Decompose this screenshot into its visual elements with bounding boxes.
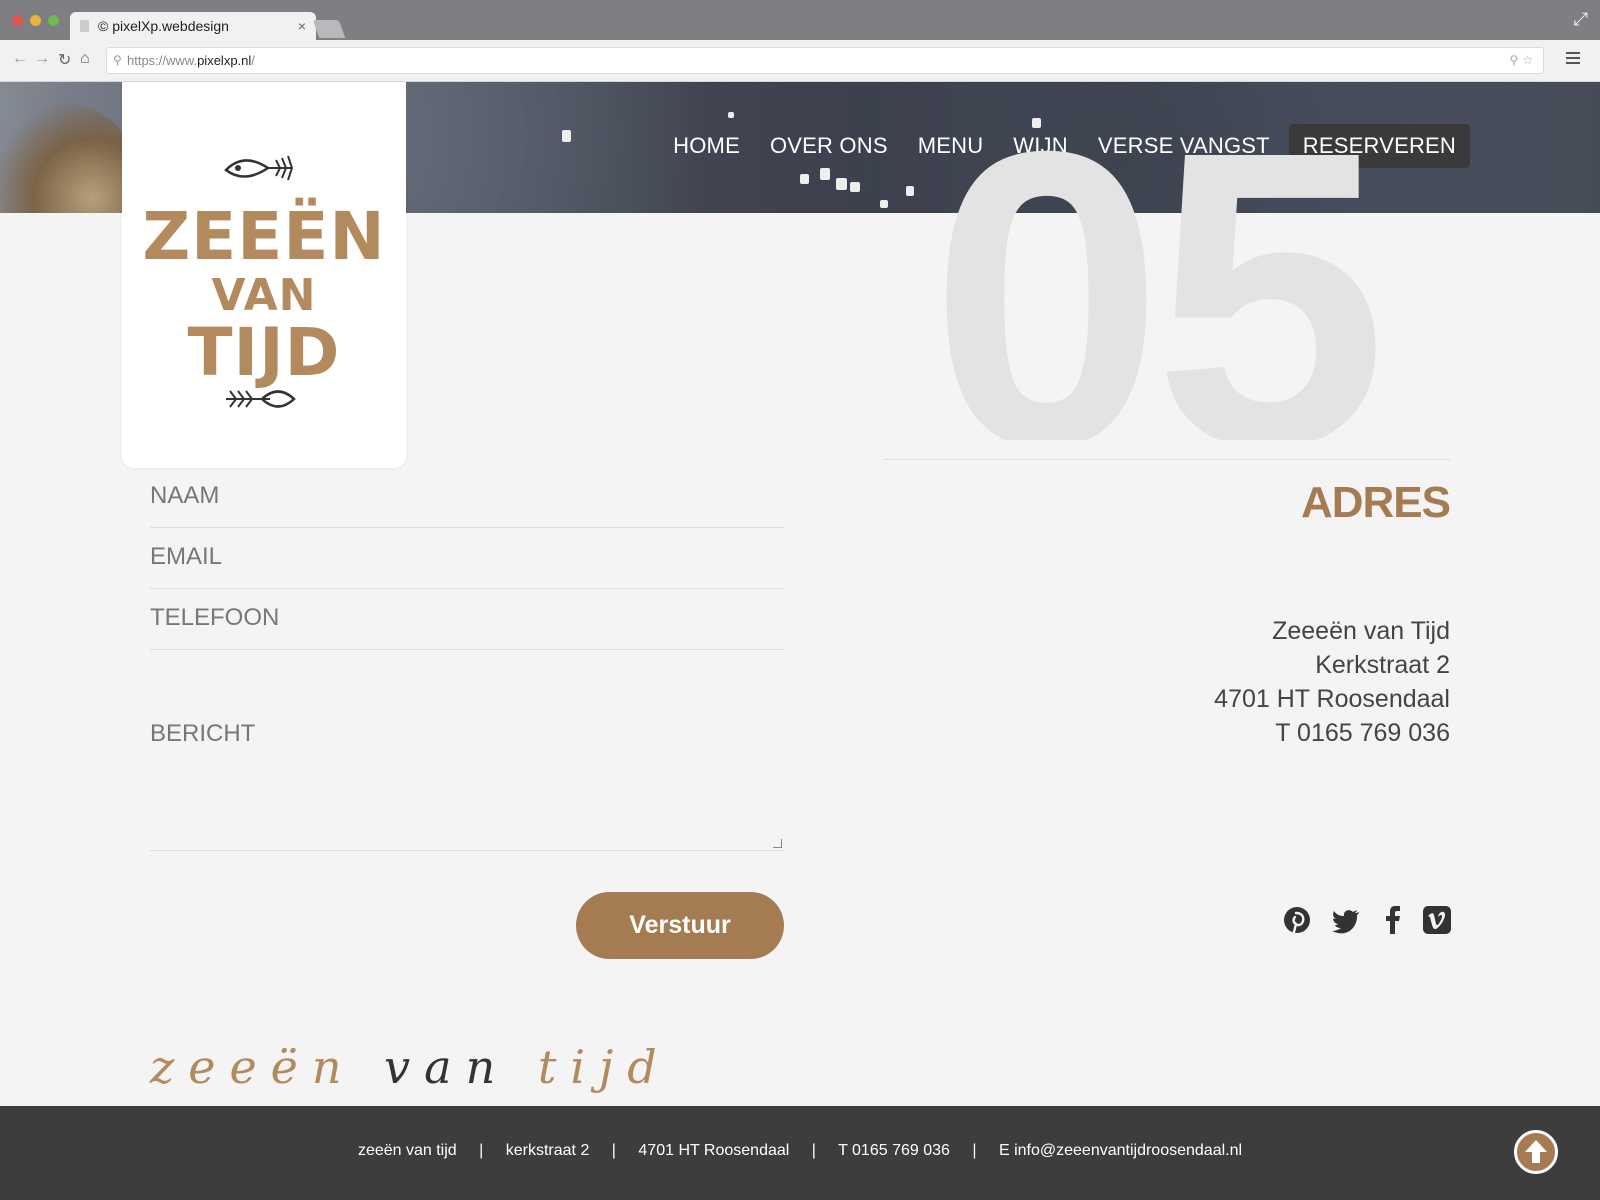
address-bar[interactable]: ⚲ https://www.pixelxp.nl/ ⚲☆: [106, 47, 1544, 74]
email-input[interactable]: [150, 543, 784, 571]
email-field-wrapper: [150, 543, 784, 589]
section-divider: [884, 459, 1450, 460]
footer-brand: zeeën van tijd: [357, 1142, 457, 1159]
scroll-to-top-button[interactable]: [1514, 1130, 1558, 1174]
salt-crystal: [880, 200, 888, 208]
logo-line-3: TIJD: [187, 314, 341, 391]
url-host: pixelxp.nl: [197, 53, 252, 68]
url-path: /: [251, 53, 255, 68]
nav-over-ons[interactable]: OVER ONS: [755, 124, 903, 168]
salt-crystal: [800, 174, 809, 184]
bookmark-star-icon[interactable]: ⚲☆: [1509, 48, 1537, 73]
signature-part-1: zeeën: [150, 1040, 356, 1094]
facebook-icon[interactable]: [1378, 905, 1408, 935]
name-input[interactable]: [150, 482, 784, 510]
salt-crystal: [850, 182, 860, 192]
address-city: 4701 HT Roosendaal: [1214, 685, 1450, 713]
address-street: Kerkstraat 2: [1315, 651, 1450, 679]
browser-titlebar: © pixelXp.webdesign × ⤢: [0, 0, 1600, 41]
tab-close-icon[interactable]: ×: [298, 12, 306, 41]
footer-street: kerkstraat 2: [505, 1142, 590, 1159]
logo[interactable]: ZEEËN VAN TIJD: [122, 82, 406, 468]
nav-home[interactable]: HOME: [658, 124, 755, 168]
salt-crystal: [562, 130, 571, 142]
salt-crystal: [820, 168, 830, 180]
phone-field-wrapper: [150, 604, 784, 650]
logo-line-1: ZEEËN: [142, 198, 386, 275]
footer-separator: |: [972, 1142, 977, 1159]
forward-icon[interactable]: →: [34, 50, 50, 68]
new-tab-button[interactable]: [312, 20, 346, 38]
message-field-wrapper: [150, 720, 784, 851]
minimize-window-icon[interactable]: [30, 15, 41, 26]
tab-title: © pixelXp.webdesign: [98, 18, 229, 34]
name-field-wrapper: [150, 482, 784, 528]
twitter-icon[interactable]: [1331, 905, 1361, 935]
fullscreen-icon[interactable]: ⤢: [1574, 9, 1588, 30]
url-scheme: https://www.: [127, 53, 198, 68]
section-title: ADRES: [1300, 478, 1451, 527]
arrow-up-icon: [1525, 1140, 1547, 1163]
salt-crystal: [906, 186, 914, 196]
address-phone: T 0165 769 036: [1275, 719, 1450, 747]
footer-separator: |: [811, 1142, 816, 1159]
resize-handle-icon[interactable]: [773, 839, 782, 848]
browser-tab[interactable]: © pixelXp.webdesign ×: [70, 12, 316, 41]
maximize-window-icon[interactable]: [48, 15, 59, 26]
message-textarea[interactable]: [150, 720, 784, 820]
footer-separator: |: [479, 1142, 484, 1159]
home-icon[interactable]: ⌂: [80, 50, 90, 68]
browser-toolbar: ← → ↻ ⌂ ⚲ https://www.pixelxp.nl/ ⚲☆: [0, 40, 1600, 82]
phone-input[interactable]: [150, 604, 784, 632]
decorative-glass: [0, 102, 140, 213]
fish-skeleton-icon: [224, 155, 294, 181]
back-icon[interactable]: ←: [12, 50, 28, 68]
fish-arrow-icon: [226, 390, 296, 408]
signature: zeeën van tijd: [150, 1040, 671, 1094]
signature-part-2: van: [384, 1040, 510, 1094]
footer: zeeën van tijd | kerkstraat 2 | 4701 HT …: [0, 1106, 1600, 1200]
footer-email-link[interactable]: E info@zeeenvantijdroosendaal.nl: [999, 1142, 1242, 1159]
footer-separator: |: [611, 1142, 616, 1159]
footer-phone: T 0165 769 036: [838, 1142, 950, 1159]
footer-info: zeeën van tijd | kerkstraat 2 | 4701 HT …: [0, 1142, 1600, 1160]
signature-part-3: tijd: [537, 1040, 671, 1094]
salt-crystal: [728, 112, 734, 118]
browser-menu-icon[interactable]: [1566, 52, 1580, 67]
reload-icon[interactable]: ↻: [58, 50, 71, 70]
section-number: 05: [930, 90, 1387, 440]
salt-crystal: [836, 178, 847, 190]
close-window-icon[interactable]: [12, 15, 23, 26]
search-icon: ⚲: [113, 53, 122, 67]
submit-button[interactable]: Verstuur: [576, 892, 784, 959]
page-icon: [80, 20, 89, 32]
address-block: Zeeeën van Tijd Kerkstraat 2 4701 HT Roo…: [1214, 614, 1450, 750]
address-name: Zeeeën van Tijd: [1272, 617, 1450, 645]
pinterest-icon[interactable]: [1282, 905, 1312, 935]
footer-city: 4701 HT Roosendaal: [638, 1142, 790, 1159]
vimeo-icon[interactable]: [1422, 905, 1452, 935]
